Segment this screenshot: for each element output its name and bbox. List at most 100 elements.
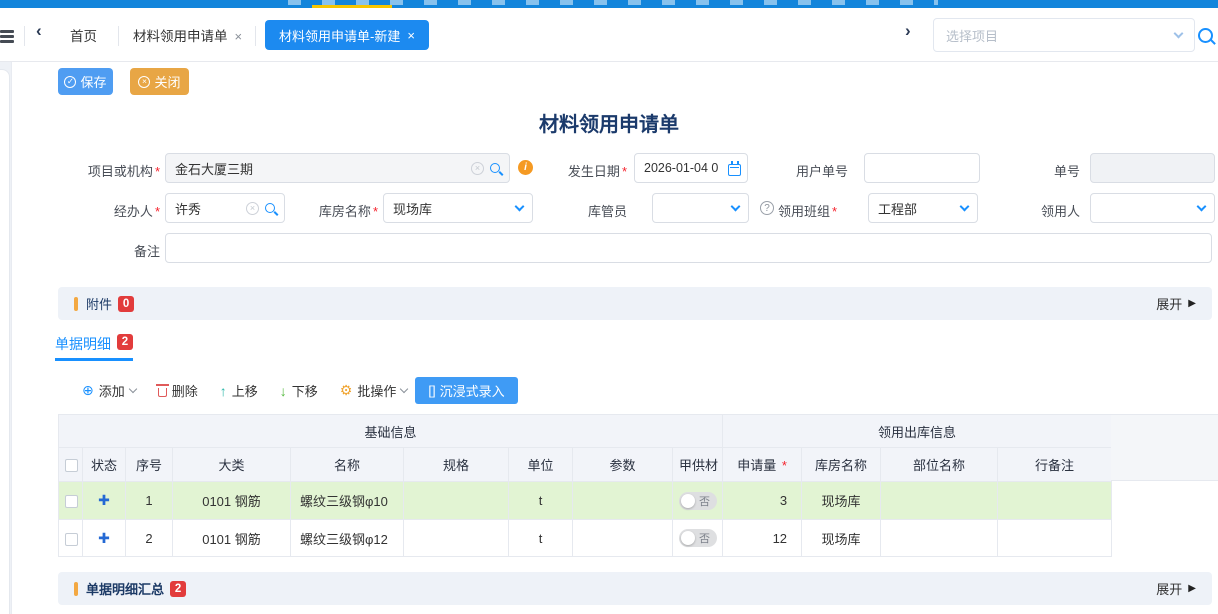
col-spec: 规格	[404, 448, 509, 482]
cell-seq: 1	[126, 482, 173, 520]
col-qty: 申请量 *	[723, 448, 802, 482]
project-select[interactable]: 选择项目	[933, 18, 1195, 52]
tabs-back-icon[interactable]: ‹	[36, 21, 42, 41]
divider	[255, 26, 256, 46]
info-icon[interactable]: i	[518, 160, 533, 175]
arrow-down-icon: ↓	[280, 383, 287, 399]
tab-detail-lines[interactable]: 单据明细 2	[55, 334, 133, 354]
add-label: 添加	[99, 381, 125, 400]
recipient-label: 领用人	[1028, 201, 1080, 220]
handler-label: 经办人*	[88, 201, 160, 220]
handler-input[interactable]: 许秀 ×	[165, 193, 285, 223]
section-accent-icon	[74, 297, 78, 311]
close-icon[interactable]: ×	[235, 29, 243, 44]
cell-name[interactable]: 螺纹三级钢φ12	[291, 520, 404, 557]
table-row[interactable]: ✚ 2 0101 钢筋 螺纹三级钢φ12 t 否 12 现场库	[59, 520, 1112, 557]
cell-spec[interactable]	[404, 520, 509, 557]
clear-icon[interactable]: ×	[246, 202, 259, 215]
move-down-button[interactable]: ↓ 下移	[280, 381, 318, 400]
warehouse-select[interactable]: 现场库	[383, 193, 533, 223]
page-title: 材料领用申请单	[0, 108, 1218, 137]
cell-name[interactable]: 螺纹三级钢φ10	[291, 482, 404, 520]
cell-param[interactable]	[573, 520, 673, 557]
cell-qty[interactable]: 12	[723, 520, 802, 557]
expand-label: 展开	[1156, 579, 1182, 598]
owner-supplied-toggle[interactable]: 否	[679, 529, 717, 547]
search-icon[interactable]	[1198, 28, 1213, 43]
save-button[interactable]: ✓ 保存	[58, 68, 113, 95]
cell-param[interactable]	[573, 482, 673, 520]
remark-input[interactable]	[165, 233, 1212, 263]
summary-label: 单据明细汇总	[86, 579, 164, 598]
calendar-icon[interactable]	[728, 164, 741, 176]
row-checkbox[interactable]	[59, 520, 83, 557]
batch-ops-button[interactable]: ⚙ 批操作	[340, 381, 408, 400]
plus-icon[interactable]: ✚	[98, 530, 110, 546]
col-unit: 单位	[509, 448, 573, 482]
move-up-label: 上移	[232, 381, 258, 400]
row-checkbox[interactable]	[59, 482, 83, 520]
detail-tab-label: 单据明细	[55, 334, 111, 354]
select-all-checkbox[interactable]	[59, 448, 83, 482]
project-input[interactable]: 金石大厦三期 ×	[165, 153, 510, 183]
cell-category[interactable]: 0101 钢筋	[173, 482, 291, 520]
plus-icon[interactable]: ✚	[98, 492, 110, 508]
help-icon[interactable]: ?	[760, 201, 774, 215]
move-up-button[interactable]: ↑ 上移	[220, 381, 258, 400]
toggle-label: 否	[699, 493, 710, 509]
doc-no-input	[1090, 153, 1215, 183]
trash-icon	[158, 388, 167, 397]
add-row-button[interactable]: ⊕ 添加	[82, 381, 136, 400]
cell-unit[interactable]: t	[509, 520, 573, 557]
hamburger-icon[interactable]	[0, 30, 14, 42]
lookup-icon[interactable]	[490, 163, 500, 173]
keeper-select[interactable]	[652, 193, 749, 223]
tabs-forward-icon[interactable]: ›	[905, 21, 911, 41]
recipient-select[interactable]	[1090, 193, 1215, 223]
remark-label: 备注	[108, 241, 160, 260]
cell-spec[interactable]	[404, 482, 509, 520]
lookup-icon[interactable]	[265, 203, 275, 213]
cell-part[interactable]	[881, 520, 998, 557]
keeper-label: 库管员	[565, 201, 627, 220]
active-tab-underline	[55, 358, 133, 361]
tab-material-request[interactable]: 材料领用申请单×	[133, 25, 242, 45]
tab-material-request-new[interactable]: 材料领用申请单-新建×	[265, 20, 429, 50]
frame-brackets-icon: []	[428, 383, 435, 398]
cell-part[interactable]	[881, 482, 998, 520]
cell-row-remark[interactable]	[998, 482, 1112, 520]
team-select[interactable]: 工程部	[868, 193, 978, 223]
user-no-input[interactable]	[864, 153, 980, 183]
cell-owner-supplied: 否	[673, 520, 723, 557]
clear-icon[interactable]: ×	[471, 162, 484, 175]
cell-qty[interactable]: 3	[723, 482, 802, 520]
summary-section-bar[interactable]: 单据明细汇总 2 展开 ▶	[58, 572, 1212, 605]
cell-warehouse[interactable]: 现场库	[802, 482, 881, 520]
attachments-section-bar[interactable]: 附件 0 展开 ▶	[58, 287, 1212, 320]
close-button[interactable]: × 关闭	[130, 68, 189, 95]
toggle-label: 否	[699, 530, 710, 546]
attachments-count-badge: 0	[118, 296, 134, 312]
cell-seq: 2	[126, 520, 173, 557]
owner-supplied-toggle[interactable]: 否	[679, 492, 717, 510]
cell-category[interactable]: 0101 钢筋	[173, 520, 291, 557]
delete-row-button[interactable]: 删除	[158, 381, 198, 400]
cell-warehouse[interactable]: 现场库	[802, 520, 881, 557]
date-input[interactable]: 2026-01-04 0	[634, 153, 748, 183]
expand-arrow-icon: ▶	[1188, 298, 1196, 309]
cell-unit[interactable]: t	[509, 482, 573, 520]
immersive-entry-button[interactable]: [] 沉浸式录入	[415, 377, 518, 404]
summary-expand-button[interactable]: 展开 ▶	[1156, 579, 1196, 598]
table-row[interactable]: ✚ 1 0101 钢筋 螺纹三级钢φ10 t 否 3 现场库	[59, 482, 1112, 520]
col-part: 部位名称	[881, 448, 998, 482]
divider	[118, 26, 119, 46]
table-header-row: 状态 序号 大类 名称 规格 单位 参数 甲供材 申请量 * 库房名称 部位名称…	[59, 448, 1112, 482]
cell-row-remark[interactable]	[998, 520, 1112, 557]
tab-home[interactable]: 首页	[70, 25, 97, 45]
attachments-expand-button[interactable]: 展开 ▶	[1156, 294, 1196, 313]
user-no-label: 用户单号	[778, 161, 848, 180]
left-panel-sliver	[0, 62, 12, 614]
col-seq: 序号	[126, 448, 173, 482]
close-icon[interactable]: ×	[407, 28, 415, 43]
save-button-label: 保存	[80, 72, 106, 91]
